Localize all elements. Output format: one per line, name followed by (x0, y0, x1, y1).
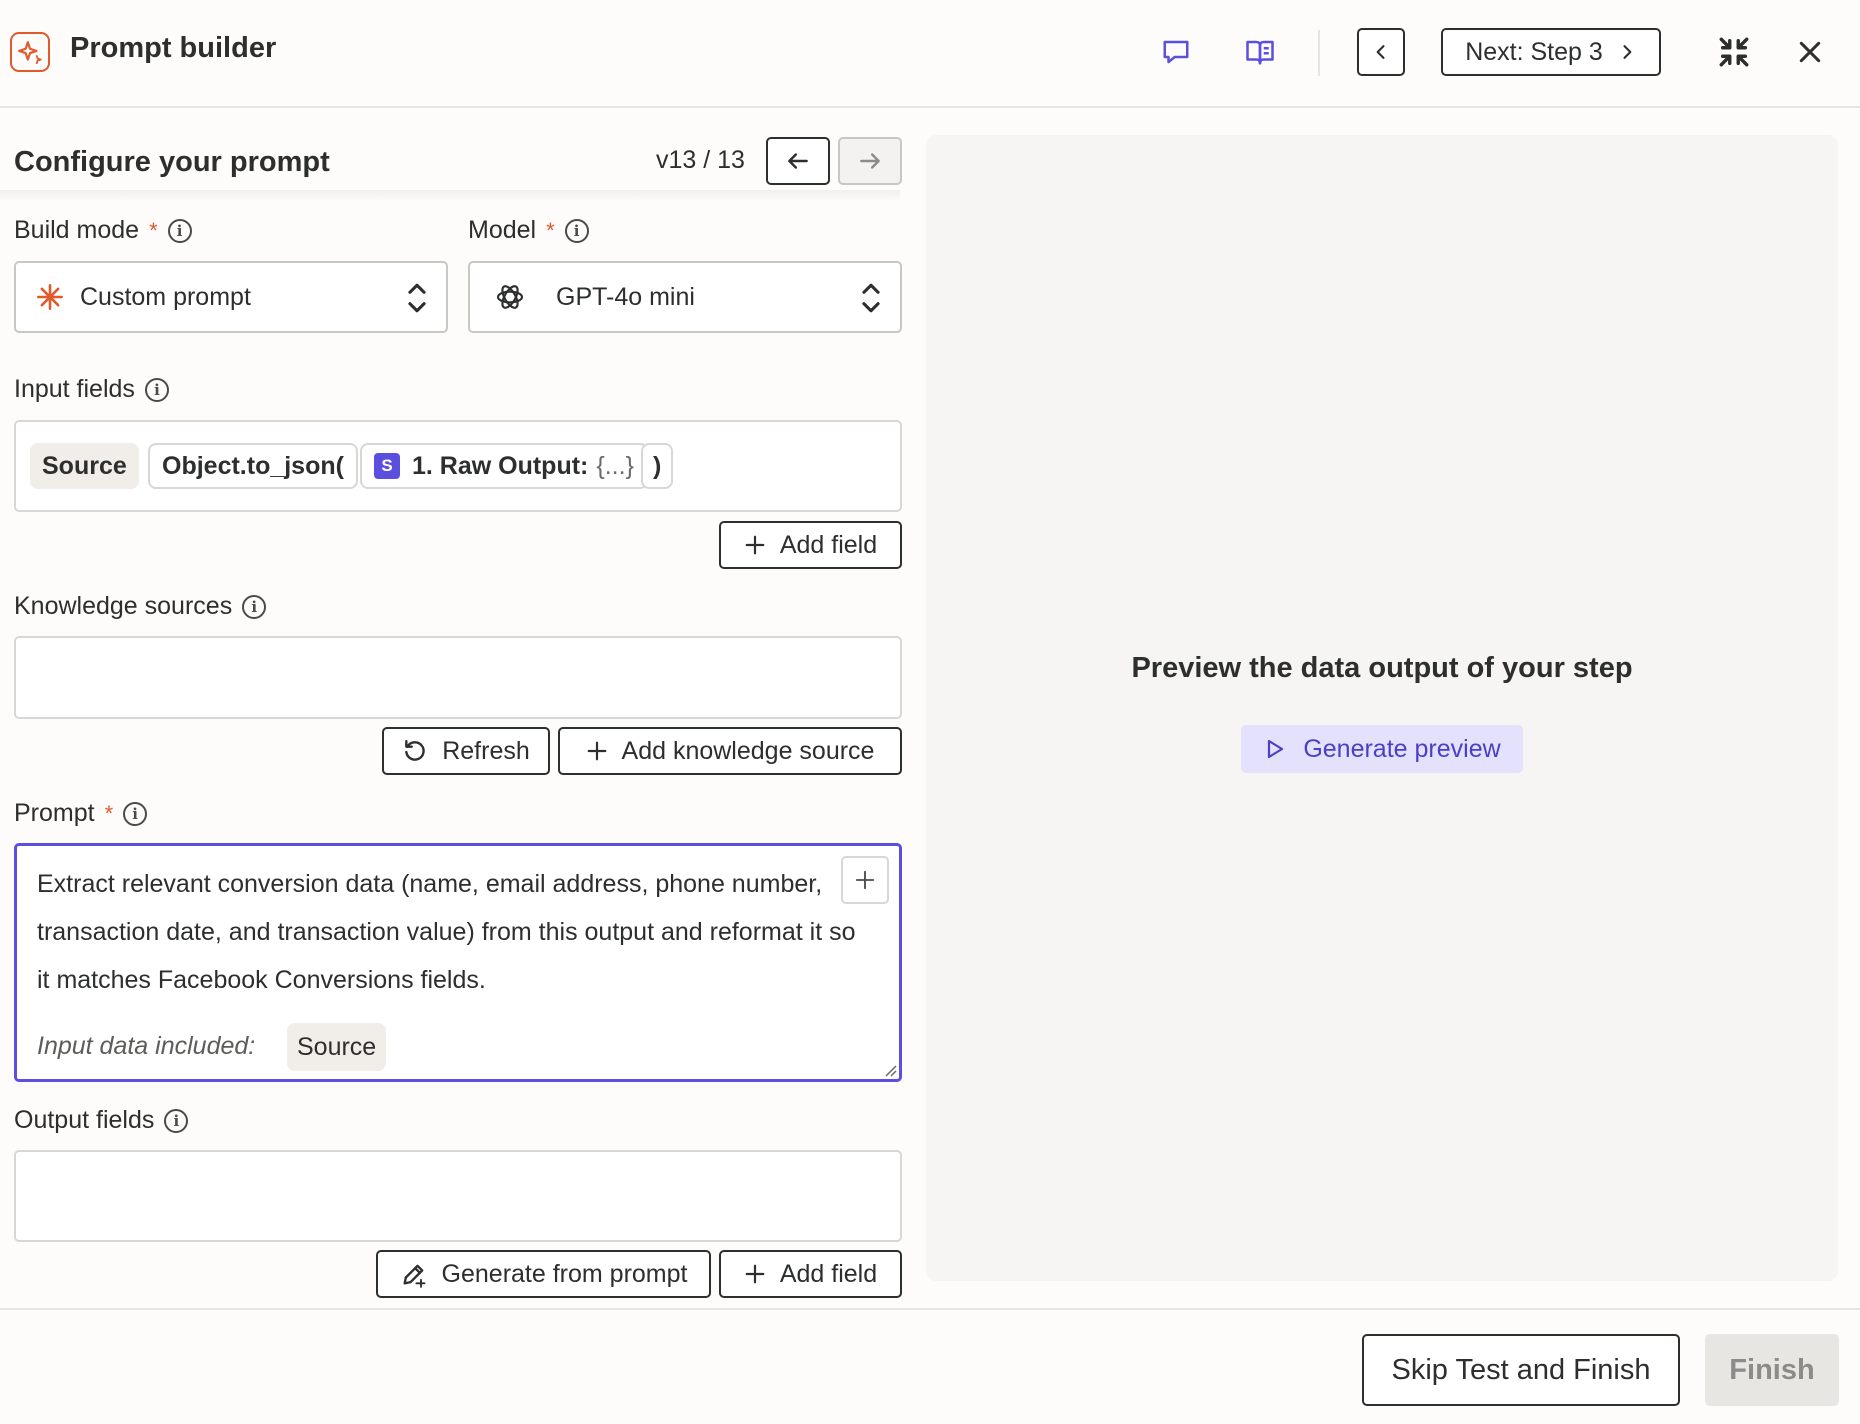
previous-step-button[interactable] (1357, 28, 1405, 76)
configure-title: Configure your prompt (14, 146, 330, 178)
prompt-text[interactable]: Extract relevant conversion data (name, … (37, 860, 857, 1004)
header-divider (1318, 30, 1320, 76)
input-fields-label-row: Input fields i (14, 375, 169, 404)
version-indicator: v13 / 13 (656, 146, 745, 174)
book-icon[interactable] (1242, 34, 1278, 70)
info-icon[interactable]: i (144, 377, 169, 402)
info-icon[interactable]: i (167, 218, 192, 243)
previous-version-button[interactable] (766, 137, 830, 185)
build-mode-label: Build mode (14, 216, 140, 244)
openai-icon (496, 285, 524, 309)
input-data-included-label: Input data included: (37, 1032, 256, 1060)
source-pill[interactable]: Source (30, 443, 139, 489)
refresh-label: Refresh (442, 736, 530, 765)
chevron-left-icon (1376, 45, 1385, 59)
add-knowledge-source-button[interactable]: Add knowledge source (558, 727, 902, 775)
model-select[interactable]: GPT-4o mini (468, 261, 902, 333)
step-badge: S (374, 453, 400, 479)
plus-icon (745, 1264, 765, 1284)
preview-title: Preview the data output of your step (1131, 652, 1633, 684)
add-input-field-button[interactable]: Add field (719, 521, 902, 569)
resize-handle-icon (885, 1065, 897, 1077)
output-fields-label: Output fields (14, 1106, 155, 1134)
comment-icon[interactable] (1158, 34, 1194, 70)
close-paren-pill[interactable]: ) (641, 443, 674, 489)
model-label: Model (468, 216, 537, 244)
next-step-button[interactable]: Next: Step 3 (1441, 28, 1661, 76)
model-label-row: Model * i (468, 216, 589, 245)
prompt-textarea[interactable]: Extract relevant conversion data (name, … (14, 843, 902, 1082)
output-fields-box[interactable] (14, 1150, 902, 1242)
next-step-label: Next: Step 3 (1465, 37, 1603, 66)
model-value: GPT-4o mini (556, 282, 695, 311)
collapse-icon[interactable] (1714, 32, 1754, 72)
arrow-right-icon (860, 153, 880, 169)
next-version-button[interactable] (838, 137, 902, 185)
input-fields-label: Input fields (14, 375, 135, 403)
generate-preview-label: Generate preview (1303, 734, 1501, 763)
knowledge-label-row: Knowledge sources i (14, 592, 267, 621)
chevron-updown-icon (862, 283, 880, 313)
add-output-field-button[interactable]: Add field (719, 1250, 902, 1298)
info-icon[interactable]: i (123, 801, 148, 826)
generate-from-prompt-label: Generate from prompt (441, 1259, 688, 1288)
generate-from-prompt-button[interactable]: Generate from prompt (376, 1250, 711, 1298)
chevron-updown-icon (408, 283, 426, 313)
asterisk-icon (37, 284, 63, 310)
raw-output-pill[interactable]: S 1. Raw Output: {...} (360, 443, 648, 489)
refresh-button[interactable]: Refresh (382, 727, 550, 775)
add-knowledge-source-label: Add knowledge source (621, 736, 875, 765)
insert-field-button[interactable] (841, 856, 889, 904)
prompt-label: Prompt (14, 799, 95, 827)
generate-preview-button[interactable]: Generate preview (1241, 725, 1523, 773)
app-title: Prompt builder (70, 32, 277, 64)
build-mode-label-row: Build mode * i (14, 216, 192, 245)
add-field-label: Add field (779, 530, 878, 559)
magic-pen-icon (403, 1264, 425, 1288)
required-marker: * (104, 800, 114, 826)
arrow-left-icon (788, 153, 808, 169)
required-marker: * (149, 217, 158, 243)
refresh-icon (405, 740, 425, 761)
build-mode-value: Custom prompt (80, 282, 251, 311)
close-icon[interactable] (1792, 34, 1828, 70)
info-icon[interactable]: i (164, 1108, 189, 1133)
finish-button[interactable]: Finish (1705, 1334, 1839, 1406)
add-field-label: Add field (779, 1259, 878, 1288)
included-source-pill[interactable]: Source (287, 1023, 387, 1071)
play-icon (1268, 739, 1284, 759)
preview-panel (926, 135, 1838, 1281)
input-fields-box[interactable]: Source Object.to_json( S 1. Raw Output: … (14, 420, 902, 512)
required-marker: * (546, 217, 555, 243)
knowledge-label: Knowledge sources (14, 592, 233, 620)
logo-icon (10, 32, 50, 72)
raw-output-label: 1. Raw Output: (412, 451, 589, 480)
info-icon[interactable]: i (564, 218, 589, 243)
output-fields-label-row: Output fields i (14, 1106, 189, 1135)
skip-test-and-finish-button[interactable]: Skip Test and Finish (1362, 1334, 1680, 1406)
prompt-label-row: Prompt * i (14, 799, 148, 828)
function-pill[interactable]: Object.to_json( (148, 443, 358, 489)
raw-output-value: {...} (596, 451, 634, 480)
title-shadow (0, 190, 900, 202)
plus-icon (855, 870, 875, 890)
plus-icon (587, 741, 606, 761)
chevron-right-icon (1623, 45, 1632, 59)
plus-icon (745, 535, 765, 555)
build-mode-select[interactable]: Custom prompt (14, 261, 448, 333)
knowledge-sources-box[interactable] (14, 636, 902, 719)
info-icon[interactable]: i (242, 594, 267, 619)
